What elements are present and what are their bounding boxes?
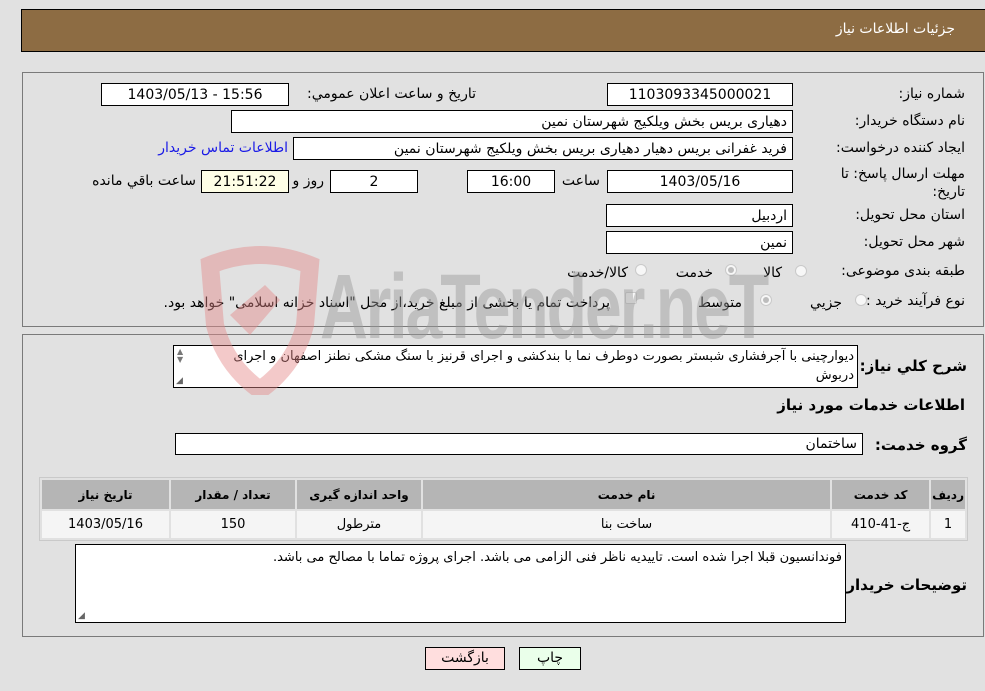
days-label: روز و — [292, 173, 325, 189]
remaining-label: ساعت باقي مانده — [92, 173, 196, 189]
col-header-service-code: کد خدمت — [832, 480, 930, 509]
service-group-field[interactable]: ساختمان — [175, 433, 863, 455]
treasury-note: پرداخت تمام یا بخشی از مبلغ خرید،از محل … — [163, 295, 610, 311]
announce-date-field[interactable]: 1403/05/13 - 15:56 — [101, 83, 289, 106]
table-row: 1403/05/16 150 مترطول ساخت بنا ج-41-410 … — [42, 511, 965, 538]
deadline-time-field[interactable]: 16:00 — [467, 170, 555, 193]
province-field[interactable]: اردبیل — [606, 204, 793, 227]
process-option-minor: جزیي — [810, 295, 842, 311]
description-textarea[interactable]: دیوارچینی با آجرفشاری شبستر بصورت دوطرف … — [173, 345, 858, 388]
services-section-title: اطلاعات خدمات مورد نیاز — [777, 396, 965, 414]
remaining-days-field[interactable]: 2 — [330, 170, 418, 193]
category-option-goods-service: کالا/خدمت — [567, 265, 628, 281]
deadline-time-label: ساعت — [561, 173, 600, 189]
category-label: طبقه بندی موضوعی: — [841, 263, 965, 279]
cell-row-number: 1 — [931, 511, 965, 538]
city-field[interactable]: نمین — [606, 231, 793, 254]
col-header-service-name: نام خدمت — [423, 480, 831, 509]
service-group-label: گروه خدمت: — [874, 436, 967, 454]
process-radio-minor[interactable] — [855, 294, 867, 306]
scroll-arrows-icon[interactable]: ▲ ▼ — [177, 348, 183, 364]
buyer-org-label: نام دستگاه خریدار: — [854, 113, 965, 129]
cell-date: 1403/05/16 — [42, 511, 169, 538]
announce-date-label: تاریخ و ساعت اعلان عمومي: — [307, 86, 476, 102]
resize-handle-icon[interactable]: ◢ — [176, 376, 183, 386]
buyer-notes-text: فوندانسیون قبلا اجرا شده است. تاییدیه نا… — [272, 550, 842, 565]
remaining-time-field[interactable]: 21:51:22 — [201, 170, 289, 193]
col-header-date: تاریخ نیاز — [42, 480, 169, 509]
category-radio-goods-service[interactable] — [635, 264, 647, 276]
cell-unit: مترطول — [297, 511, 421, 538]
page-header: جزئیات اطلاعات نیاز — [21, 9, 985, 52]
back-button[interactable]: بازگشت — [425, 647, 505, 670]
description-label: شرح کلي نیاز: — [859, 357, 967, 375]
category-option-service: خدمت — [675, 265, 713, 281]
services-table: تاریخ نیاز تعداد / مقدار واحد اندازه گیر… — [39, 477, 968, 541]
table-header-row: تاریخ نیاز تعداد / مقدار واحد اندازه گیر… — [42, 480, 965, 509]
category-option-goods: کالا — [763, 265, 782, 281]
col-header-quantity: تعداد / مقدار — [171, 480, 295, 509]
print-button[interactable]: چاپ — [519, 647, 581, 670]
category-radio-goods[interactable] — [795, 265, 807, 277]
buyer-notes-label: توضیحات خریدار: — [840, 576, 967, 594]
process-option-medium: متوسط — [698, 295, 742, 311]
creator-field[interactable]: فرید غفرانی بریس دهیار دهیاری بریس بخش و… — [293, 137, 793, 160]
buyer-notes-textarea[interactable]: فوندانسیون قبلا اجرا شده است. تاییدیه نا… — [75, 544, 846, 623]
category-radio-service[interactable] — [725, 264, 737, 276]
cell-quantity: 150 — [171, 511, 295, 538]
process-radio-medium[interactable] — [760, 294, 772, 306]
resize-handle-icon[interactable]: ◢ — [78, 611, 85, 621]
need-number-label: شماره نیاز: — [898, 86, 966, 102]
cell-service-code: ج-41-410 — [832, 511, 930, 538]
city-label: شهر محل تحویل: — [863, 234, 965, 250]
col-header-row: ردیف — [931, 480, 965, 509]
cell-service-name: ساخت بنا — [423, 511, 831, 538]
process-type-label: نوع فرآیند خرید : — [866, 293, 965, 309]
creator-label: ایجاد کننده درخواست: — [836, 140, 965, 156]
province-label: استان محل تحویل: — [855, 207, 965, 223]
page-title: جزئیات اطلاعات نیاز — [835, 21, 955, 37]
deadline-date-field[interactable]: 1403/05/16 — [607, 170, 793, 193]
treasury-checkbox[interactable] — [625, 292, 637, 304]
need-number-field[interactable]: 1103093345000021 — [607, 83, 793, 106]
buyer-contact-link[interactable]: اطلاعات تماس خریدار — [158, 140, 288, 156]
buyer-org-field[interactable]: دهیاری بریس بخش ویلکیج شهرستان نمین — [231, 110, 793, 133]
col-header-unit: واحد اندازه گیری — [297, 480, 421, 509]
deadline-label: مهلت ارسال پاسخ: تا تاریخ: — [840, 166, 965, 200]
description-text: دیوارچینی با آجرفشاری شبستر بصورت دوطرف … — [233, 349, 854, 383]
